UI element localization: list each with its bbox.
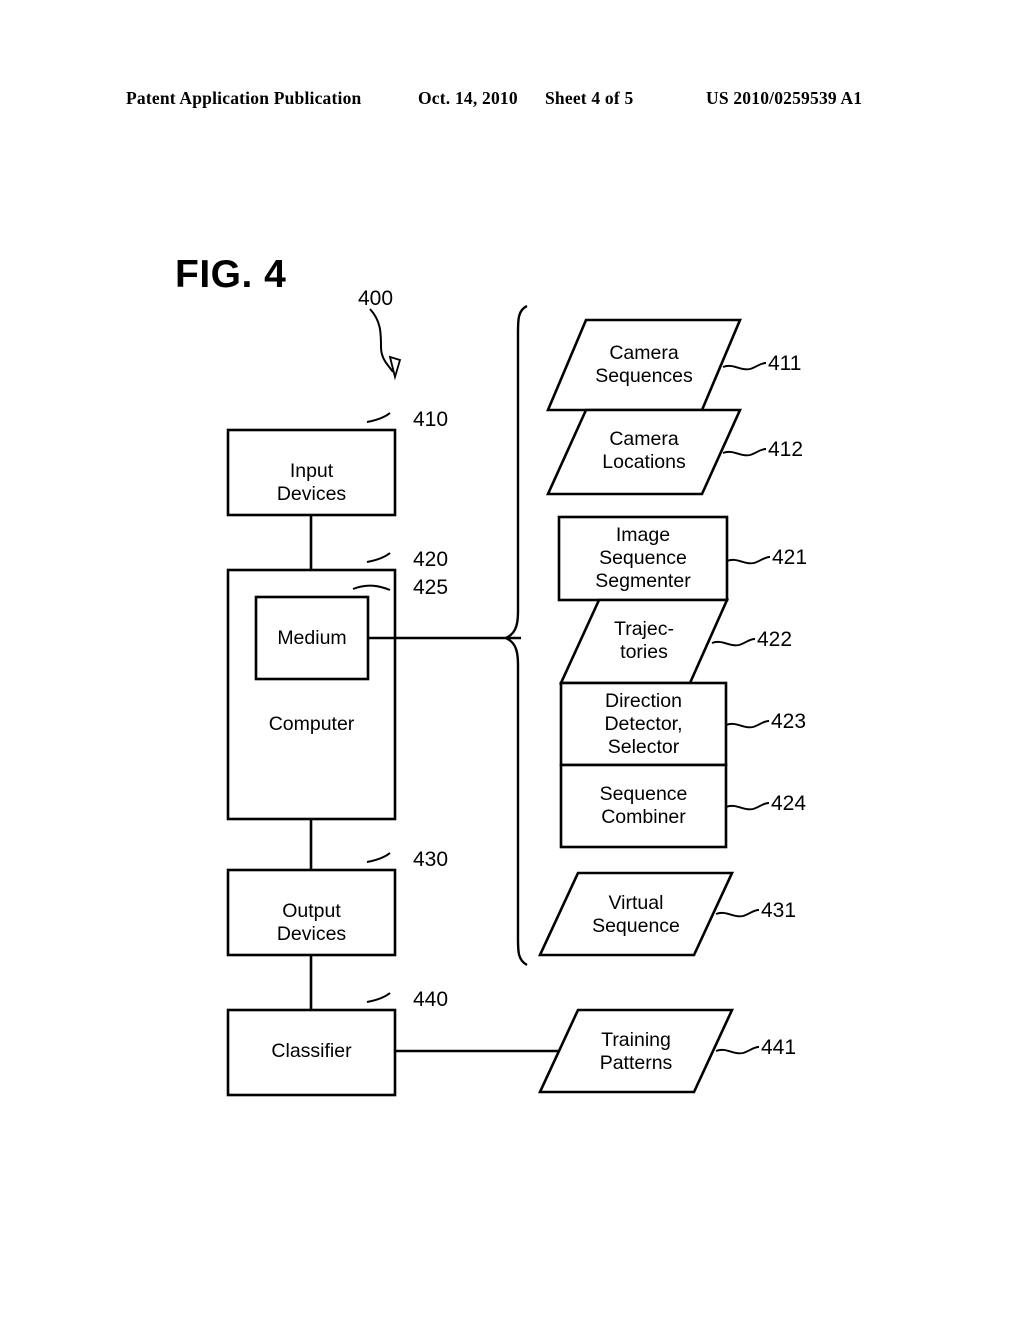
classifier-ref-leader: [366, 992, 391, 1003]
trajectories-ref-number: 422: [757, 628, 793, 651]
direction-detector-ref-number: 423: [771, 710, 807, 733]
system-ref-arrowhead: [388, 355, 402, 381]
input-devices-box: [226, 428, 397, 517]
camera-sequences-ref-number: 411: [768, 352, 802, 375]
figure-diagram: [226, 304, 771, 1097]
sequence-combiner-ref-number: 424: [771, 792, 807, 815]
medium-ref-number: 425: [413, 576, 449, 599]
system-ref-number: 400: [358, 287, 394, 310]
camera-locations-ref-leader: [722, 448, 767, 457]
group-brace: [503, 304, 528, 967]
input-devices-ref-number: 410: [413, 408, 449, 431]
direction-detector-box: [559, 681, 728, 767]
virtual-sequence-ref-leader: [715, 909, 760, 918]
sequence-combiner-box: [559, 763, 728, 849]
system-ref-leader: [369, 308, 394, 373]
image-sequence-segmenter-ref-leader: [726, 556, 771, 565]
camera-locations-shape: [545, 408, 743, 496]
output-devices-ref-number: 430: [413, 848, 449, 871]
image-sequence-segmenter-box: [557, 515, 729, 602]
classifier-box: [226, 1008, 397, 1097]
input-devices-ref-leader: [366, 412, 391, 423]
trajectories-ref-leader: [711, 638, 756, 647]
image-sequence-segmenter-ref-number: 421: [772, 546, 808, 569]
sequence-combiner-ref-leader: [725, 802, 770, 811]
training-patterns-ref-leader: [715, 1046, 760, 1055]
output-devices-box: [226, 868, 397, 957]
virtual-sequence-ref-number: 431: [761, 899, 797, 922]
camera-locations-ref-number: 412: [768, 438, 804, 461]
medium-box: [254, 595, 370, 681]
virtual-sequence-shape: [537, 871, 735, 957]
training-patterns-ref-number: 441: [761, 1036, 797, 1059]
computer-ref-leader: [366, 552, 391, 563]
camera-sequences-shape: [546, 318, 742, 412]
output-devices-ref-leader: [366, 852, 391, 863]
computer-ref-number: 420: [413, 548, 449, 571]
camera-sequences-ref-leader: [722, 362, 767, 371]
direction-detector-ref-leader: [725, 720, 770, 729]
trajectories-shape: [558, 598, 730, 685]
classifier-ref-number: 440: [413, 988, 449, 1011]
training-patterns-shape: [537, 1008, 735, 1094]
